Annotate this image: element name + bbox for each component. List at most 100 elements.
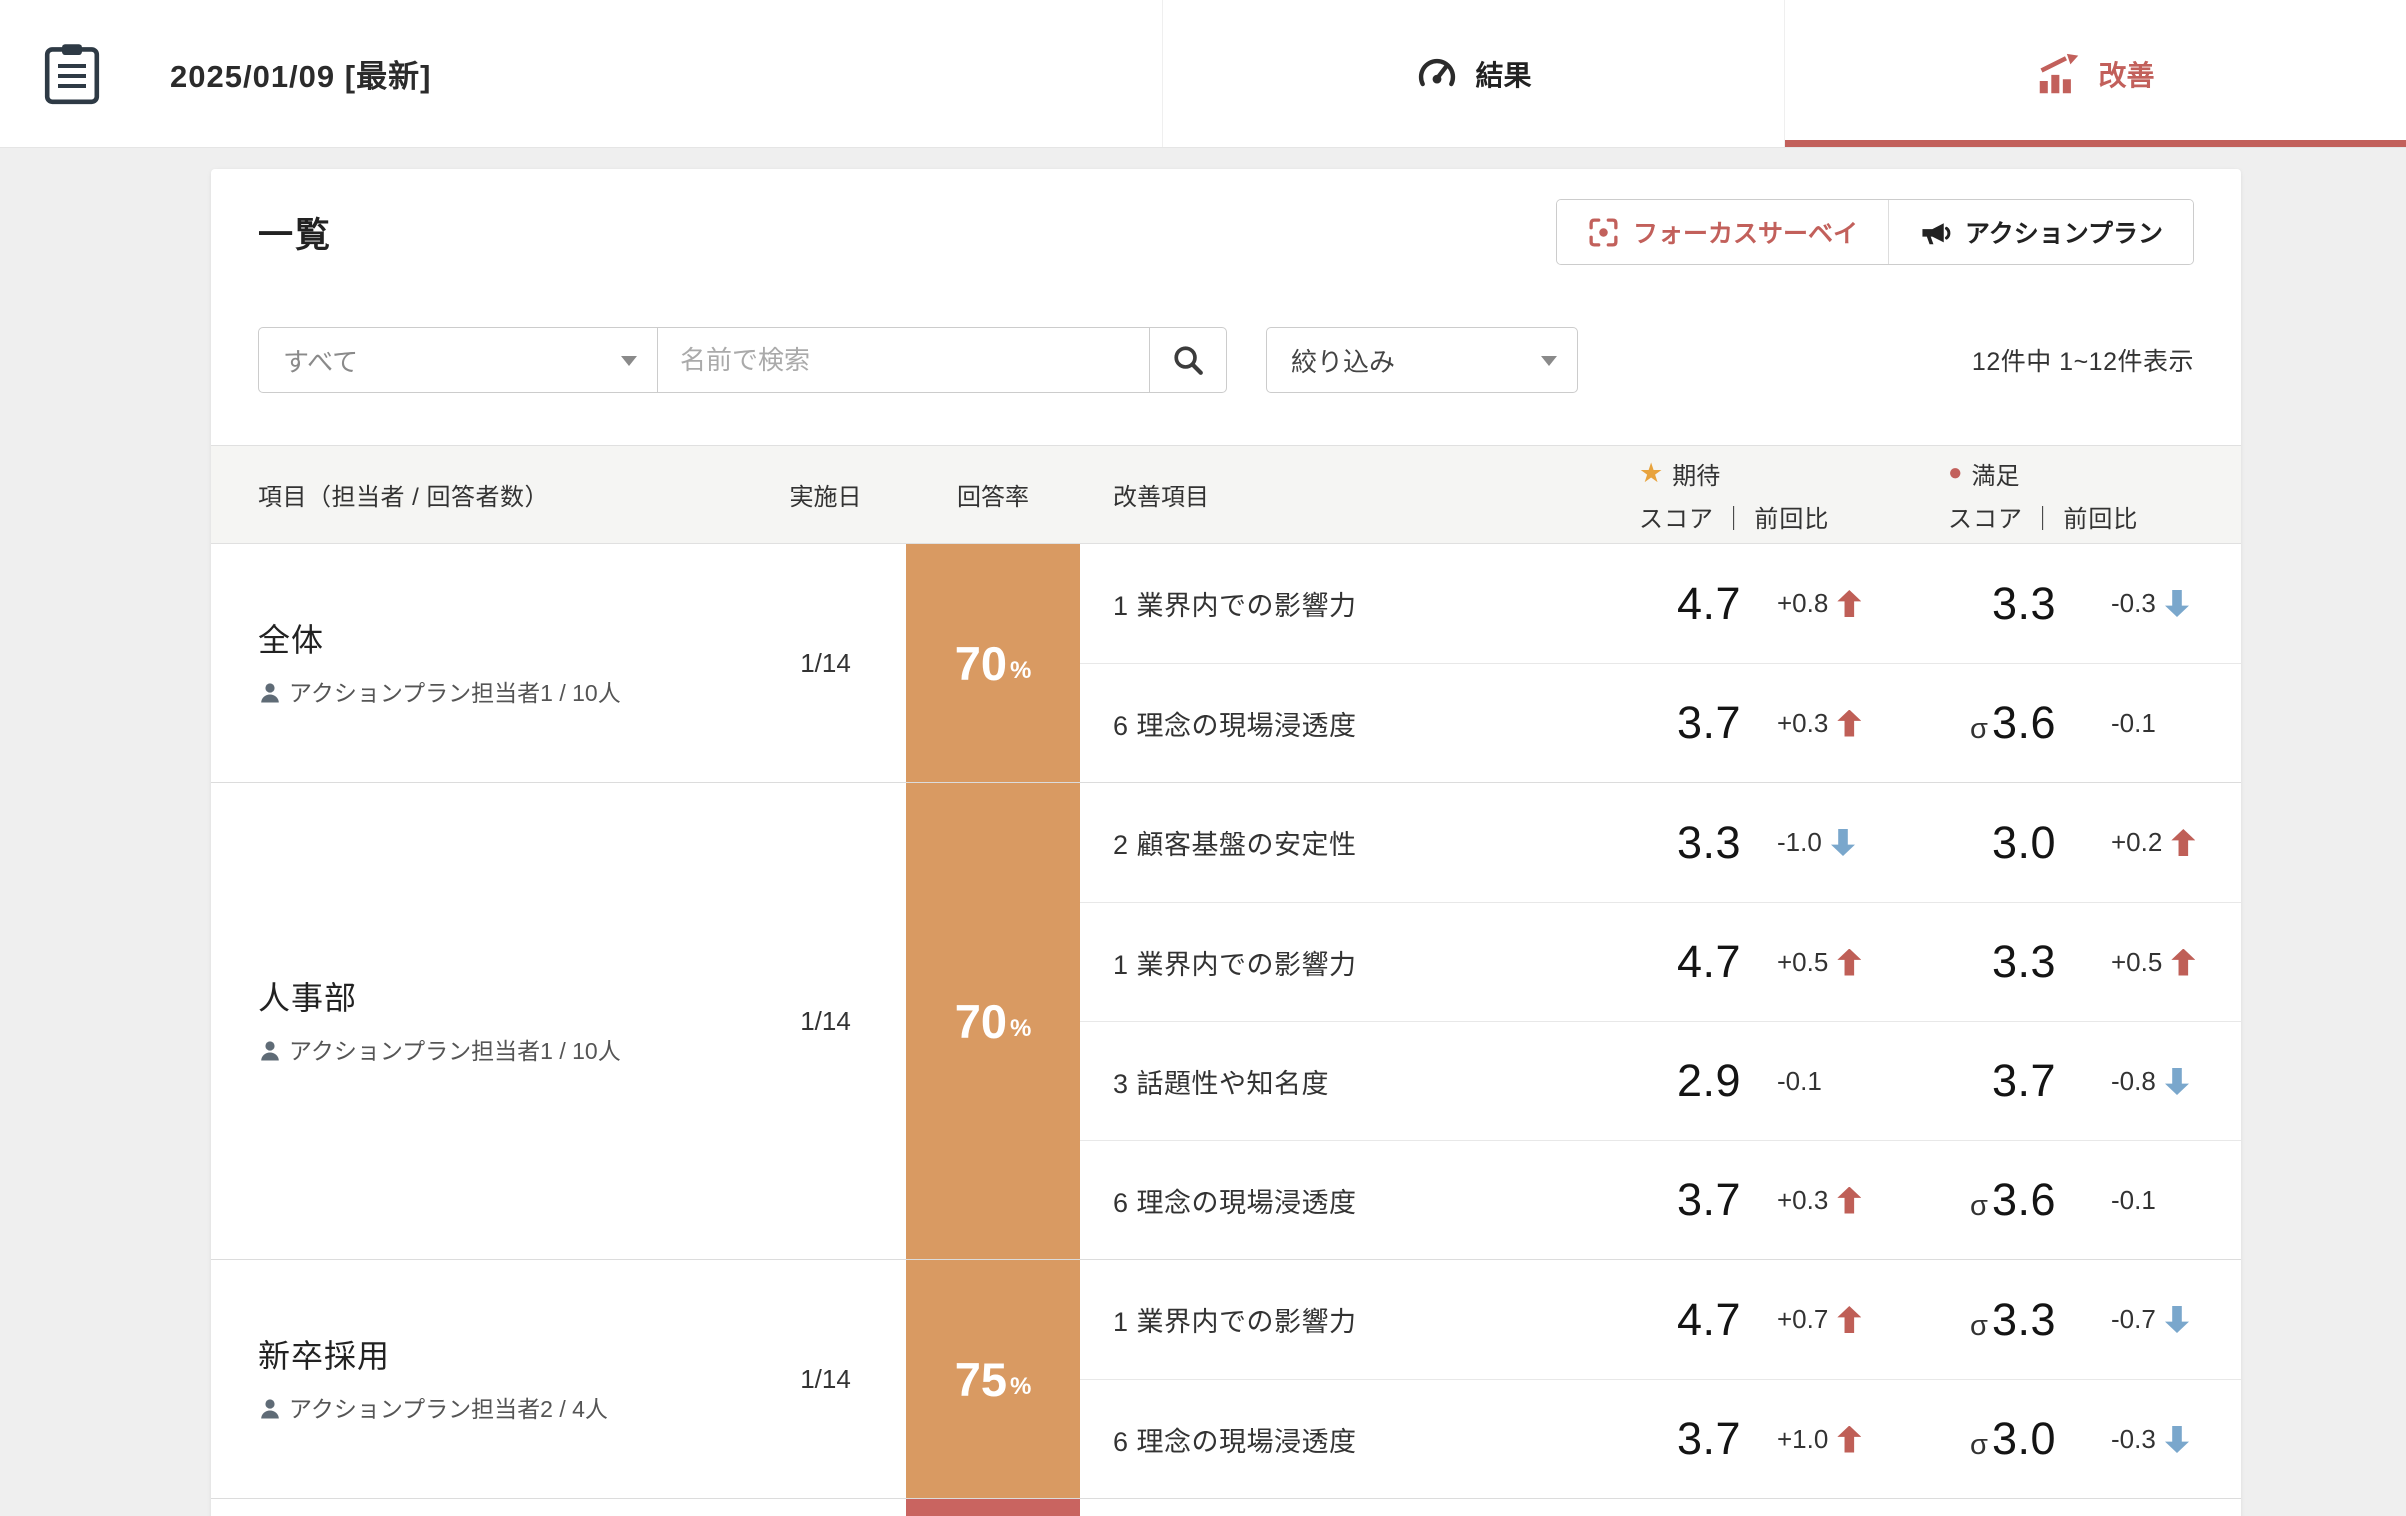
satisfy-score: σ3.3 xyxy=(1901,1294,2071,1346)
improvement-item-label: 3 話題性や知名度 xyxy=(1080,1062,1561,1101)
column-rate: 回答率 xyxy=(906,477,1080,512)
survey-name: 新卒採用 xyxy=(258,1331,635,1377)
satisfy-diff: -0.3 xyxy=(2071,1424,2241,1455)
survey-item-cell[interactable]: 新卒採用 アクションプラン担当者2 / 4人 xyxy=(211,1260,745,1498)
satisfy-score: σ3.0 xyxy=(1901,1413,2071,1465)
trend-arrow-icon xyxy=(2171,829,2195,856)
tab-improvement[interactable]: 改善 xyxy=(1784,0,2406,147)
expect-score: 4.7 xyxy=(1561,1294,1756,1346)
action-plan-label: アクションプラン xyxy=(1965,214,2163,250)
action-plan-button[interactable]: アクションプラン xyxy=(1888,200,2193,264)
expect-diff: -1.0 xyxy=(1756,827,1901,858)
search-button[interactable] xyxy=(1149,327,1227,393)
survey-row-group: 全体 アクションプラン担当者1 / 10人 1/14 70% 1 業界内での影響… xyxy=(211,544,2241,782)
improvement-row[interactable]: 2 顧客基盤の安定性 3.3 -1.0 3.0 +0.2 xyxy=(1080,783,2241,902)
survey-date-label: 2025/01/09 [最新] xyxy=(170,51,431,96)
trend-arrow-icon xyxy=(2165,590,2189,617)
survey-owner: アクションプラン担当者1 / 10人 xyxy=(258,1035,635,1068)
top-header: 2025/01/09 [最新] 結果 改善 xyxy=(0,0,2406,148)
improvement-row[interactable]: 1 業界内での影響力 4.7 +0.5 3.3 +0.5 xyxy=(1080,902,2241,1021)
trend-arrow-icon xyxy=(1837,949,1861,976)
improvement-row[interactable]: 6 理念の現場浸透度 3.7 +0.3 σ3.6 -0.1 xyxy=(1080,663,2241,782)
trend-arrow-icon xyxy=(1831,829,1855,856)
expect-diff: +0.8 xyxy=(1756,588,1901,619)
tab-results[interactable]: 結果 xyxy=(1162,0,1784,147)
search-input[interactable] xyxy=(657,327,1150,393)
dot-icon: ● xyxy=(1948,461,1963,485)
category-select-value: すべて xyxy=(283,342,358,379)
survey-owner-label: アクションプラン担当者1 / 10人 xyxy=(289,1038,621,1064)
expect-sub-label: スコア ｜ 前回比 xyxy=(1639,499,1901,534)
response-rate-value: 75 xyxy=(955,1352,1007,1407)
improvement-row[interactable]: 6 理念の現場浸透度 3.7 +1.0 σ3.0 -0.3 xyxy=(1080,1379,2241,1498)
improvement-rows: 2 顧客基盤の安定性 3.3 -1.0 3.0 +0.2 1 業界内での影響力 … xyxy=(1080,783,2241,1259)
expect-score: 4.7 xyxy=(1561,578,1756,630)
result-count: 12件中 1~12件表示 xyxy=(1972,342,2194,378)
survey-item-cell xyxy=(211,1499,745,1516)
page-title: 一覧 xyxy=(258,207,332,258)
list-panel: 一覧 フォーカスサーベイ アクションプラン すべて xyxy=(211,169,2241,1516)
satisfy-score: σ3.6 xyxy=(1901,697,2071,749)
expect-diff: +0.3 xyxy=(1756,708,1901,739)
tab-results-label: 結果 xyxy=(1475,54,1531,94)
narrow-select[interactable]: 絞り込み xyxy=(1266,327,1578,393)
person-icon xyxy=(258,1397,282,1421)
improvement-row[interactable]: 1 業界内での影響力 4.7 +0.7 σ3.3 -0.7 xyxy=(1080,1260,2241,1379)
trend-arrow-icon xyxy=(2165,1426,2189,1453)
column-date: 実施日 xyxy=(745,477,906,512)
response-rate-cell: 70% xyxy=(906,783,1080,1259)
column-improvement: 改善項目 xyxy=(1080,477,1561,512)
satisfy-label: 満足 xyxy=(1972,456,2020,491)
expect-score: 3.7 xyxy=(1561,697,1756,749)
person-icon xyxy=(258,681,282,705)
response-rate-unit: % xyxy=(1010,1373,1031,1401)
focus-survey-button[interactable]: フォーカスサーベイ xyxy=(1557,200,1888,264)
survey-date: 1/14 xyxy=(745,1260,906,1498)
expect-diff: +0.5 xyxy=(1756,947,1901,978)
survey-name: 全体 xyxy=(258,615,635,661)
survey-date xyxy=(745,1499,906,1516)
satisfy-score: 3.3 xyxy=(1901,578,2071,630)
response-rate-unit: % xyxy=(1010,657,1031,685)
improvement-row[interactable]: 1 業界内での影響力 4.7 +0.8 3.3 -0.3 xyxy=(1080,544,2241,663)
improvement-item-label: 6 理念の現場浸透度 xyxy=(1080,1420,1561,1459)
sigma-flag: σ xyxy=(1970,713,1988,746)
sigma-flag: σ xyxy=(1970,1429,1988,1462)
improvement-item-label: 6 理念の現場浸透度 xyxy=(1080,704,1561,743)
satisfy-sub-label: スコア ｜ 前回比 xyxy=(1948,499,2241,534)
focus-survey-label: フォーカスサーベイ xyxy=(1633,214,1858,250)
improvement-row[interactable]: 3 話題性や知名度 2.9 -0.1 3.7 -0.8 xyxy=(1080,1021,2241,1140)
response-rate-value: 70 xyxy=(955,994,1007,1049)
focus-icon xyxy=(1587,216,1620,249)
expect-label: 期待 xyxy=(1672,456,1720,491)
column-expect: ★ 期待 スコア ｜ 前回比 xyxy=(1561,456,1901,534)
survey-row-group: 新卒採用 アクションプラン担当者2 / 4人 1/14 75% 1 業界内での影… xyxy=(211,1259,2241,1498)
person-icon xyxy=(258,1039,282,1063)
star-icon: ★ xyxy=(1639,460,1663,487)
satisfy-score: 3.3 xyxy=(1901,936,2071,988)
caret-down-icon xyxy=(1541,356,1557,366)
sigma-flag: σ xyxy=(1970,1190,1988,1223)
survey-item-cell[interactable]: 全体 アクションプラン担当者1 / 10人 xyxy=(211,544,745,782)
gauge-icon xyxy=(1415,52,1459,96)
panel-actions: フォーカスサーベイ アクションプラン xyxy=(1556,199,2194,265)
caret-down-icon xyxy=(621,356,637,366)
satisfy-diff: +0.5 xyxy=(2071,947,2241,978)
category-select[interactable]: すべて xyxy=(258,327,658,393)
survey-item-cell[interactable]: 人事部 アクションプラン担当者1 / 10人 xyxy=(211,783,745,1259)
response-rate-unit: % xyxy=(1010,1015,1031,1043)
app-logo xyxy=(44,43,100,105)
trend-arrow-icon xyxy=(1837,590,1861,617)
search-icon xyxy=(1171,343,1205,377)
satisfy-diff: -0.1 xyxy=(2071,708,2241,739)
response-rate-value: 70 xyxy=(955,636,1007,691)
tab-improvement-label: 改善 xyxy=(2098,54,2154,94)
expect-diff: -0.1 xyxy=(1756,1066,1901,1097)
survey-owner-label: アクションプラン担当者2 / 4人 xyxy=(289,1396,608,1422)
expect-score: 3.3 xyxy=(1561,817,1756,869)
satisfy-score: 3.0 xyxy=(1901,817,2071,869)
expect-score: 3.7 xyxy=(1561,1174,1756,1226)
sigma-flag: σ xyxy=(1970,1310,1988,1343)
improvement-row[interactable]: 6 理念の現場浸透度 3.7 +0.3 σ3.6 -0.1 xyxy=(1080,1140,2241,1259)
trend-arrow-icon xyxy=(1837,1306,1861,1333)
